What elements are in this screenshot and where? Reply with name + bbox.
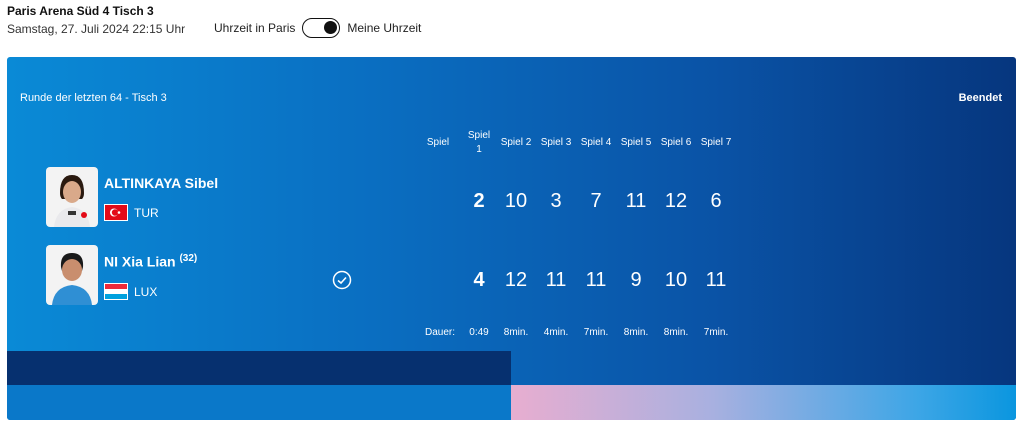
score-1-game-6: 12 xyxy=(664,190,688,212)
duration-game-7: 7min. xyxy=(703,327,729,338)
col-head-2: Spiel 2 xyxy=(500,137,532,148)
score-1-game-4: 7 xyxy=(590,190,602,212)
duration-game-5: 8min. xyxy=(623,327,649,338)
col-head-4: Spiel 4 xyxy=(580,137,612,148)
duration-game-4: 7min. xyxy=(583,327,609,338)
score-2-game-4: 11 xyxy=(585,269,607,291)
flag-tur-icon xyxy=(104,204,128,221)
player-name-1[interactable]: ALTINKAYA Sibel xyxy=(104,175,218,191)
header: Paris Arena Süd 4 Tisch 3 xyxy=(7,3,154,19)
toggle-knob xyxy=(324,21,338,34)
flag-lux-icon xyxy=(104,283,128,300)
status-badge: Beendet xyxy=(958,92,1002,104)
timezone-toggle[interactable] xyxy=(302,18,341,38)
decor-stripe xyxy=(511,385,1016,420)
player-name-2[interactable]: NI Xia Lian (32) xyxy=(104,253,197,270)
decor-stripe xyxy=(7,385,511,420)
match-datetime: Samstag, 27. Juli 2024 22:15 Uhr xyxy=(7,22,186,36)
timezone-switch: Uhrzeit in Paris Meine Uhrzeit xyxy=(214,18,421,38)
col-head-game: Spiel xyxy=(426,137,450,148)
player-name-1-text: ALTINKAYA Sibel xyxy=(104,175,219,191)
col-head-1: Spiel 1 xyxy=(467,130,491,155)
score-1-game-2: 10 xyxy=(504,190,528,212)
games-won-1: 2 xyxy=(473,190,485,212)
col-head-7: Spiel 7 xyxy=(700,137,732,148)
country-code-1: TUR xyxy=(134,205,159,220)
score-2-game-2: 12 xyxy=(504,269,528,291)
score-1-game-5: 11 xyxy=(625,190,647,212)
venue-title: Paris Arena Süd 4 Tisch 3 xyxy=(7,4,154,18)
winner-check-icon xyxy=(332,270,352,290)
games-won-2: 4 xyxy=(473,269,485,291)
duration-game-2: 8min. xyxy=(503,327,529,338)
col-head-6: Spiel 6 xyxy=(660,137,692,148)
col-head-5: Spiel 5 xyxy=(620,137,652,148)
duration-label: Dauer: xyxy=(424,327,455,338)
player-photo-altinkaya xyxy=(46,167,98,227)
round-label: Runde der letzten 64 - Tisch 3 xyxy=(20,92,167,104)
tz-label-paris: Uhrzeit in Paris xyxy=(214,21,296,35)
player-seed-2: (32) xyxy=(179,253,198,264)
country-code-2: LUX xyxy=(134,284,158,299)
match-card[interactable]: Runde der letzten 64 - Tisch 3 Beendet S… xyxy=(7,57,1016,420)
player-photo-ni xyxy=(46,245,98,305)
tz-label-local: Meine Uhrzeit xyxy=(347,21,422,35)
duration-game-3: 4min. xyxy=(543,327,569,338)
decor-stripe xyxy=(7,351,511,385)
score-1-game-3: 3 xyxy=(550,190,562,212)
duration-game-6: 8min. xyxy=(663,327,689,338)
score-2-game-5: 9 xyxy=(630,269,642,291)
player-name-2-text: NI Xia Lian xyxy=(104,253,176,270)
col-head-3: Spiel 3 xyxy=(540,137,572,148)
player-country-2: LUX xyxy=(104,283,157,300)
player-country-1: TUR xyxy=(104,204,159,221)
duration-total: 0:49 xyxy=(469,327,489,338)
score-2-game-7: 11 xyxy=(705,269,727,291)
score-1-game-7: 6 xyxy=(710,190,722,212)
score-2-game-6: 10 xyxy=(664,269,688,291)
score-2-game-3: 11 xyxy=(545,269,567,291)
